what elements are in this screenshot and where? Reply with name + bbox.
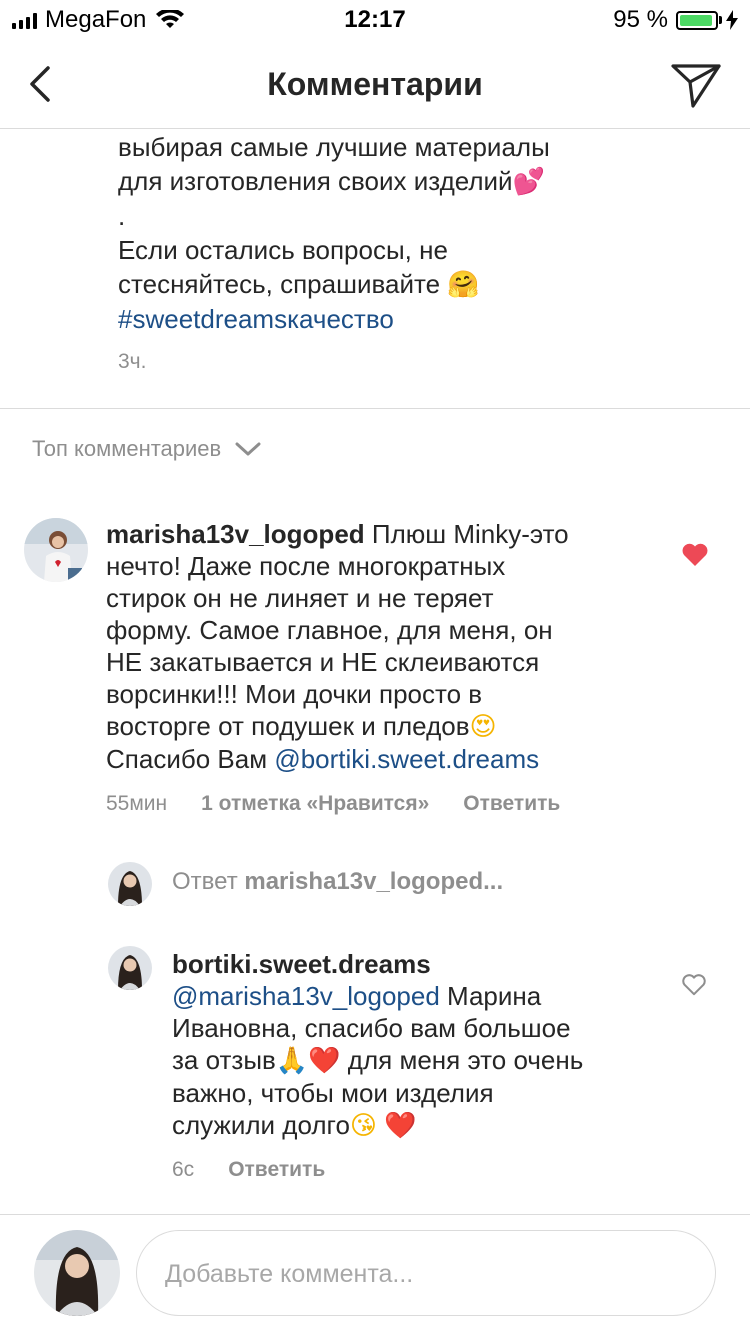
- divider: [0, 408, 750, 409]
- comment-line: восторге от подушек и пледов😍: [106, 711, 497, 742]
- divider: [0, 1214, 750, 1215]
- comment-username[interactable]: marisha13v_logoped: [106, 519, 365, 549]
- comment-body: marisha13v_logoped Плюш Minky-это нечто!…: [106, 518, 666, 775]
- caption-line: Если остались вопросы, не: [118, 235, 448, 265]
- heart-outline-icon[interactable]: [681, 974, 707, 996]
- praying-hands-emoji: 🙏: [275, 1046, 309, 1076]
- reply-line: Ивановна, спасибо вам большое: [172, 1013, 571, 1043]
- avatar[interactable]: [24, 518, 88, 582]
- comment-line: стирок он не линяет и не теряет: [106, 583, 494, 613]
- top-comments-label: Топ комментариев: [32, 436, 222, 461]
- avatar[interactable]: [108, 862, 152, 906]
- reply-time: 6с: [172, 1158, 195, 1181]
- kissing-face-emoji: 😘: [349, 1111, 378, 1141]
- comment-input-wrapper: [136, 1230, 716, 1316]
- comment-line: НЕ закатывается и НЕ склеиваются: [106, 647, 540, 677]
- reply-button[interactable]: Ответить: [228, 1158, 325, 1182]
- comment-time: 55мин: [106, 792, 168, 815]
- charging-icon: [726, 10, 738, 30]
- caption-line: стесняйтесь, спрашивайте 🤗: [118, 269, 480, 300]
- comment-input[interactable]: [163, 1253, 687, 1295]
- comment-line: ворсинки!!! Мои дочки просто в: [106, 679, 483, 709]
- battery-percent: 95 %: [613, 6, 668, 33]
- caption-hashtag[interactable]: #sweetdreamsкачество: [118, 302, 718, 336]
- status-right: 95 %: [613, 6, 738, 34]
- chevron-down-icon: [235, 442, 261, 456]
- caption-line: выбирая самые лучшие материалы: [118, 132, 550, 162]
- reply-username-line: bortiki.sweet.dreams: [172, 948, 672, 980]
- heart-filled-icon[interactable]: [681, 543, 709, 567]
- reply-username[interactable]: bortiki.sweet.dreams: [172, 949, 431, 979]
- current-user-avatar: [34, 1230, 120, 1316]
- reply-line: служили долго😘 ❤️: [172, 1110, 417, 1141]
- avatar[interactable]: [108, 946, 152, 990]
- direct-send-icon[interactable]: [670, 62, 722, 110]
- battery-fill: [680, 14, 713, 26]
- status-bar: MegaFon 12:17 95 %: [0, 0, 750, 40]
- nav-bar: Комментарии: [0, 40, 750, 129]
- reply-mention[interactable]: @marisha13v_logoped: [172, 981, 440, 1011]
- reply-line: важно, чтобы мои изделия: [172, 1078, 494, 1108]
- battery-icon: [676, 10, 722, 30]
- heart-eyes-emoji: 😍: [469, 712, 497, 742]
- reply-line: за отзыв🙏❤️ для меня это очень: [172, 1045, 584, 1076]
- comment-line: форму. Самое главное, для меня, он: [106, 615, 553, 645]
- comment-meta: 55мин 1 отметка «Нравится» Ответить: [106, 792, 560, 816]
- comment-line: marisha13v_logoped Плюш Minky-это: [106, 519, 569, 549]
- caption-time: 3ч.: [118, 350, 147, 373]
- reply-body: bortiki.sweet.dreams @marisha13v_logoped…: [172, 948, 672, 1142]
- reply-line: @marisha13v_logoped Марина: [172, 981, 542, 1011]
- page-title: Комментарии: [267, 66, 483, 102]
- top-comments-toggle[interactable]: Топ комментариев: [32, 436, 261, 462]
- caption-line: .: [118, 201, 126, 231]
- likes-count[interactable]: 1 отметка «Нравится»: [201, 792, 429, 816]
- red-heart-emoji: ❤️: [384, 1111, 417, 1141]
- caption-line: для изготовления своих изделий💕: [118, 166, 545, 197]
- comment-line: нечто! Даже после многократных: [106, 551, 506, 581]
- hearts-emoji: 💕: [512, 167, 545, 197]
- comment-mention[interactable]: @bortiki.sweet.dreams: [274, 744, 539, 774]
- reply-toggle-username: marisha13v_logoped...: [244, 868, 504, 895]
- view-reply-toggle[interactable]: Ответ marisha13v_logoped...: [172, 868, 503, 896]
- red-heart-emoji: ❤️: [308, 1046, 341, 1076]
- comment-line: Спасибо Вам @bortiki.sweet.dreams: [106, 744, 540, 774]
- reply-meta: 6с Ответить: [172, 1158, 325, 1182]
- hugging-emoji: 🤗: [447, 270, 480, 300]
- post-caption: выбирая самые лучшие материалы для изгот…: [118, 130, 718, 336]
- reply-button[interactable]: Ответить: [463, 792, 560, 816]
